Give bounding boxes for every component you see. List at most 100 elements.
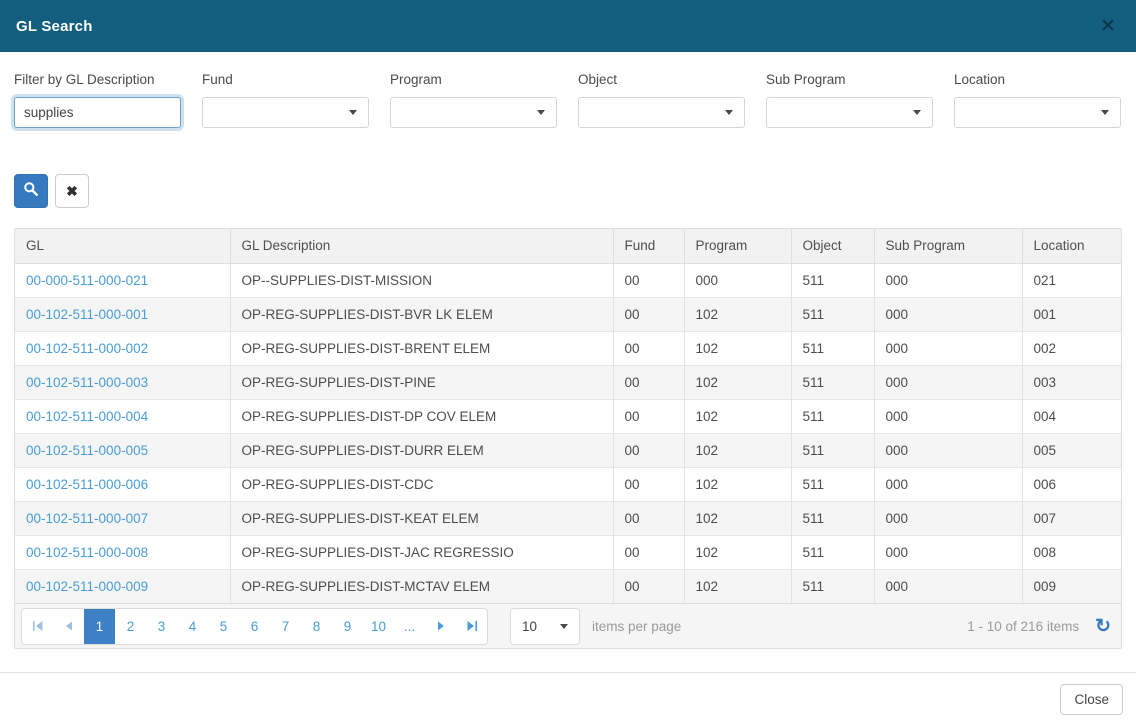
table-cell: OP-REG-SUPPLIES-DIST-MCTAV ELEM [230, 569, 613, 603]
pager-page-6[interactable]: 6 [239, 609, 270, 644]
clear-button[interactable]: ✖ [55, 174, 89, 208]
table-cell: 00 [613, 365, 684, 399]
table-row: 00-102-511-000-004 OP-REG-SUPPLIES-DIST-D… [15, 399, 1121, 433]
filter-object-label: Object [578, 72, 745, 87]
close-icon[interactable]: ✕ [1096, 15, 1120, 38]
table-cell: OP-REG-SUPPLIES-DIST-BVR LK ELEM [230, 297, 613, 331]
gl-code-link[interactable]: 00-102-511-000-007 [26, 511, 148, 526]
pager-page-1[interactable]: 1 [84, 609, 115, 644]
location-dropdown[interactable] [954, 97, 1121, 128]
pager-page-7[interactable]: 7 [270, 609, 301, 644]
column-header-gl-description: GL Description [230, 229, 613, 263]
previous-page-button[interactable] [53, 609, 84, 644]
fund-dropdown[interactable] [202, 97, 369, 128]
table-cell: 00 [613, 263, 684, 297]
table-cell: 000 [874, 535, 1022, 569]
table-cell: OP-REG-SUPPLIES-DIST-KEAT ELEM [230, 501, 613, 535]
results-table: GLGL DescriptionFundProgramObjectSub Pro… [15, 229, 1121, 603]
table-cell: OP-REG-SUPPLIES-DIST-BRENT ELEM [230, 331, 613, 365]
pager-more-button[interactable]: ... [394, 609, 425, 644]
gl-code-link[interactable]: 00-102-511-000-008 [26, 545, 148, 560]
gl-code-link[interactable]: 00-102-511-000-004 [26, 409, 148, 424]
table-row: 00-102-511-000-007 OP-REG-SUPPLIES-DIST-K… [15, 501, 1121, 535]
column-header-location: Location [1022, 229, 1121, 263]
page-size-value: 10 [522, 619, 537, 634]
next-page-button[interactable] [425, 609, 456, 644]
column-header-object: Object [791, 229, 874, 263]
gl-code-link[interactable]: 00-000-511-000-021 [26, 273, 148, 288]
table-cell: 511 [791, 297, 874, 331]
table-cell: 511 [791, 331, 874, 365]
gl-code-cell: 00-102-511-000-005 [15, 433, 230, 467]
column-header-program: Program [684, 229, 791, 263]
gl-code-cell: 00-102-511-000-001 [15, 297, 230, 331]
close-button[interactable]: Close [1060, 684, 1123, 715]
table-cell: 00 [613, 433, 684, 467]
table-cell: 102 [684, 365, 791, 399]
table-row: 00-102-511-000-008OP-REG-SUPPLIES-DIST-J… [15, 535, 1121, 569]
filter-program-label: Program [390, 72, 557, 87]
chevron-down-icon [560, 624, 568, 629]
first-page-button[interactable] [22, 609, 53, 644]
filter-object: Object [578, 72, 745, 128]
table-cell: 102 [684, 433, 791, 467]
refresh-icon[interactable]: ↻ [1095, 617, 1111, 636]
items-range-label: 1 - 10 of 216 items [967, 619, 1079, 634]
table-cell: 00 [613, 535, 684, 569]
table-row: 00-102-511-000-009 OP-REG-SUPPLIES-DIST-M… [15, 569, 1121, 603]
gl-description-input[interactable] [14, 97, 181, 128]
clear-x-icon: ✖ [66, 183, 78, 200]
table-row: 00-102-511-000-002 OP-REG-SUPPLIES-DIST-B… [15, 331, 1121, 365]
table-cell: 000 [874, 297, 1022, 331]
gl-code-link[interactable]: 00-102-511-000-006 [26, 477, 148, 492]
table-cell: 102 [684, 569, 791, 603]
gl-code-cell: 00-102-511-000-008 [15, 535, 230, 569]
table-cell: 511 [791, 365, 874, 399]
gl-code-link[interactable]: 00-102-511-000-009 [26, 579, 148, 594]
last-page-button[interactable] [456, 609, 487, 644]
object-dropdown[interactable] [578, 97, 745, 128]
table-cell: 102 [684, 535, 791, 569]
pager-page-3[interactable]: 3 [146, 609, 177, 644]
results-grid: GLGL DescriptionFundProgramObjectSub Pro… [14, 228, 1122, 649]
table-cell: OP--SUPPLIES-DIST-MISSION [230, 263, 613, 297]
table-cell: 000 [874, 433, 1022, 467]
items-per-page-label: items per page [592, 619, 681, 634]
search-button[interactable] [14, 174, 48, 208]
gl-code-link[interactable]: 00-102-511-000-002 [26, 341, 148, 356]
gl-code-link[interactable]: 00-102-511-000-005 [26, 443, 148, 458]
pager-page-9[interactable]: 9 [332, 609, 363, 644]
gl-code-cell: 00-102-511-000-006 [15, 467, 230, 501]
pager-page-2[interactable]: 2 [115, 609, 146, 644]
table-cell: 007 [1022, 501, 1121, 535]
table-cell: OP-REG-SUPPLIES-DIST-DP COV ELEM [230, 399, 613, 433]
table-cell: 001 [1022, 297, 1121, 331]
pager-page-5[interactable]: 5 [208, 609, 239, 644]
table-cell: 511 [791, 569, 874, 603]
table-cell: 000 [874, 399, 1022, 433]
table-cell: 511 [791, 433, 874, 467]
chevron-down-icon [913, 110, 921, 115]
table-cell: 000 [874, 263, 1022, 297]
gl-code-link[interactable]: 00-102-511-000-003 [26, 375, 148, 390]
gl-code-cell: 00-102-511-000-002 [15, 331, 230, 365]
pager-page-8[interactable]: 8 [301, 609, 332, 644]
gl-code-link[interactable]: 00-102-511-000-001 [26, 307, 148, 322]
sub-program-dropdown[interactable] [766, 97, 933, 128]
table-cell: 511 [791, 467, 874, 501]
table-cell: 005 [1022, 433, 1121, 467]
pager-page-4[interactable]: 4 [177, 609, 208, 644]
chevron-down-icon [1101, 110, 1109, 115]
action-bar: ✖ [0, 174, 1136, 208]
table-cell: 002 [1022, 331, 1121, 365]
page-button-group: 12345678910 ... [21, 608, 488, 645]
pager-page-10[interactable]: 10 [363, 609, 394, 644]
program-dropdown[interactable] [390, 97, 557, 128]
page-size-dropdown[interactable]: 10 [510, 608, 580, 645]
table-cell: 021 [1022, 263, 1121, 297]
table-cell: 00 [613, 467, 684, 501]
table-cell: 00 [613, 297, 684, 331]
table-cell: 003 [1022, 365, 1121, 399]
table-cell: 102 [684, 399, 791, 433]
table-row: 00-102-511-000-001 OP-REG-SUPPLIES-DIST-B… [15, 297, 1121, 331]
